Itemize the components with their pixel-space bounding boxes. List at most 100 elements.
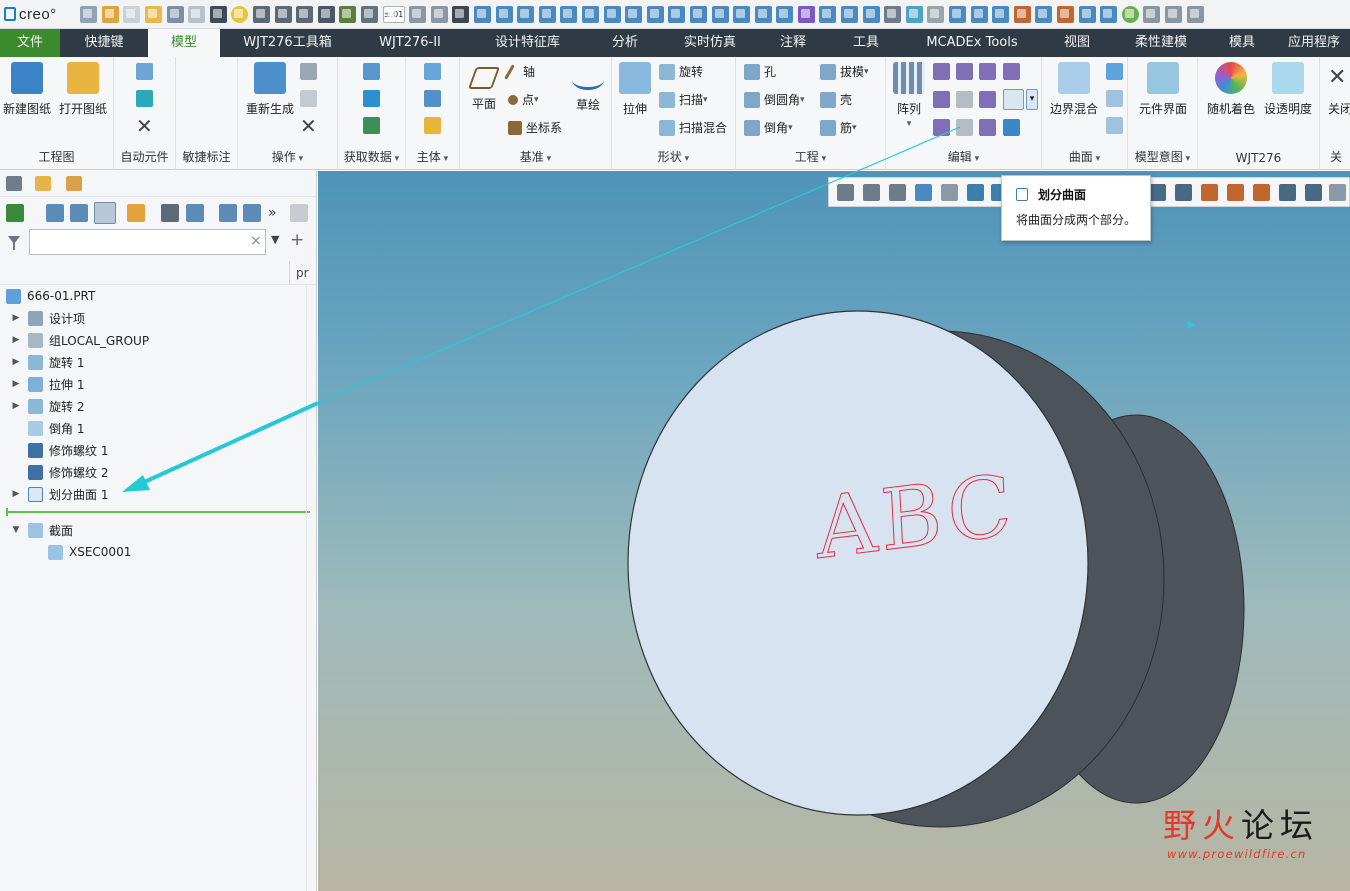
solidify-icon[interactable] [956,119,973,136]
zoom-out-icon[interactable] [889,184,906,201]
component-interface-button[interactable]: 元件界面 [1136,62,1190,117]
group-editing-label[interactable]: 编辑 [886,148,1041,165]
resize-icon[interactable] [1078,5,1096,23]
tab-live-simulation[interactable]: 实时仿真 [660,29,760,57]
plane-display-icon[interactable] [1175,184,1192,201]
group-body-label[interactable]: 主体 [406,148,459,165]
mirror-icon[interactable] [933,63,950,80]
parallelogram-icon[interactable] [1035,5,1053,23]
datum-display-icon[interactable] [1149,184,1166,201]
point-button[interactable]: 点 [508,91,539,108]
tab-wjt276-toolbox[interactable]: WJT276工具箱 [220,29,355,57]
freestyle-icon[interactable] [1106,117,1123,134]
book-icon[interactable] [841,5,859,23]
group-operations-label[interactable]: 操作 [238,148,337,165]
tab-tools[interactable]: 工具 [826,29,906,57]
tab-flexible-modeling[interactable]: 柔性建模 [1116,29,1206,57]
delete-icon[interactable]: ✕ [136,116,153,136]
csys-display-icon[interactable] [1253,184,1270,201]
render-icon[interactable] [884,5,902,23]
pattern-button[interactable]: 阵列 ▾ [892,62,926,129]
copy-icon[interactable] [733,5,751,23]
search-dropdown-icon[interactable]: ▼ [271,233,279,246]
list-icon[interactable] [243,204,261,222]
body-split-icon[interactable] [424,117,441,134]
insert-here-indicator[interactable] [6,508,310,516]
auto-component-icon[interactable] [136,63,153,80]
points-icon[interactable] [1013,5,1031,23]
tree-item-xsec0001[interactable]: XSEC0001 [0,541,317,563]
more-icon[interactable]: » [268,204,286,222]
expand-arrow-icon[interactable]: ▶ [10,335,22,345]
clipboard-icon[interactable] [776,5,794,23]
extrude-button[interactable]: 拉伸 [618,62,652,117]
wrap-icon[interactable] [979,119,996,136]
filter-icon[interactable] [8,236,20,250]
measure-icon[interactable] [560,5,578,23]
cross-icon[interactable] [452,5,470,23]
group-surfaces-label[interactable]: 曲面 [1042,148,1127,165]
diagonal-icon[interactable] [1100,5,1118,23]
bookmark-icon[interactable] [127,204,145,222]
tree-item-design-items[interactable]: ▶ 设计项 [0,307,317,329]
undo-icon[interactable] [409,5,427,23]
column-header-pr[interactable]: pr [289,261,317,285]
clear-search-icon[interactable]: × [250,233,262,249]
show-settings-icon[interactable] [94,202,116,224]
rib-button[interactable]: 筋 [820,119,857,136]
swept-blend-button[interactable]: 扫描混合 [659,119,727,136]
regen-icon[interactable] [253,5,271,23]
table-icon[interactable] [668,5,686,23]
revolve-button[interactable]: 旋转 [659,63,703,80]
display-style-icon[interactable] [941,184,958,201]
hole-button[interactable]: 孔 [744,63,776,80]
split-surface-dropdown-icon[interactable]: ▾ [1026,89,1038,110]
thicken-icon[interactable] [933,119,950,136]
group-shapes-label[interactable]: 形状 [612,148,735,165]
save-icon[interactable] [209,5,227,23]
tab-mold[interactable]: 模具 [1206,29,1278,57]
regenerate-button[interactable]: 重新生成 [242,62,298,117]
repaint-icon[interactable] [915,184,932,201]
model-viewport[interactable]: ABC [318,171,1350,891]
axis-button[interactable]: 轴 [504,63,535,80]
offset-icon[interactable] [979,63,996,80]
paste-icon[interactable] [300,90,317,107]
point-display-icon[interactable] [1227,184,1244,201]
tree-item-split-surface-1[interactable]: ▶ 划分曲面 1 [0,483,317,505]
graphics-window[interactable]: ABC 划分曲面 将曲面分成两个部分。 野火论坛 www.proewildfir… [318,171,1350,891]
group-engineering-label[interactable]: 工程 [736,148,885,165]
refit-icon[interactable] [837,184,854,201]
pattern-dropdown-icon[interactable]: ▾ [892,119,926,129]
curve-icon[interactable] [603,5,621,23]
tree-root-part[interactable]: 666-01.PRT [0,285,317,307]
expand-arrow-icon[interactable]: ▶ [10,357,22,367]
scene-icon[interactable] [905,5,923,23]
layer-icon[interactable] [689,5,707,23]
tree-item-revolve-2[interactable]: ▶ 旋转 2 [0,395,317,417]
sine-icon[interactable] [992,5,1010,23]
filter-tree-icon[interactable] [161,204,179,222]
tree-scrollbar[interactable] [306,285,316,891]
component-icon[interactable] [136,90,153,107]
round-button[interactable]: 倒圆角 [744,91,805,108]
draft-button[interactable]: 拔模 [820,63,869,80]
dimension-icon[interactable] [538,5,556,23]
folder-browser-tab-icon[interactable] [35,176,51,191]
more-view-icon[interactable] [1329,184,1346,201]
sweep-button[interactable]: 扫描 [659,91,708,108]
grid-icon[interactable] [646,5,664,23]
tab-applications[interactable]: 应用程序 [1278,29,1350,57]
new-drawing-button[interactable]: 新建图纸 [2,62,52,117]
tray-icon[interactable] [166,5,184,23]
shell-button[interactable]: 壳 [820,91,852,108]
file-icon[interactable] [123,5,141,23]
merge-icon[interactable] [363,117,380,134]
settings-icon[interactable] [1143,5,1161,23]
group-datum-label[interactable]: 基准 [460,148,611,165]
sketch-button[interactable]: 草绘 [570,62,606,113]
tree-search-input[interactable] [29,229,266,255]
copy-icon[interactable] [300,63,317,80]
tree-item-cosmetic-thread-2[interactable]: 修饰螺纹 2 [0,461,317,483]
tab-annotate[interactable]: 注释 [760,29,826,57]
